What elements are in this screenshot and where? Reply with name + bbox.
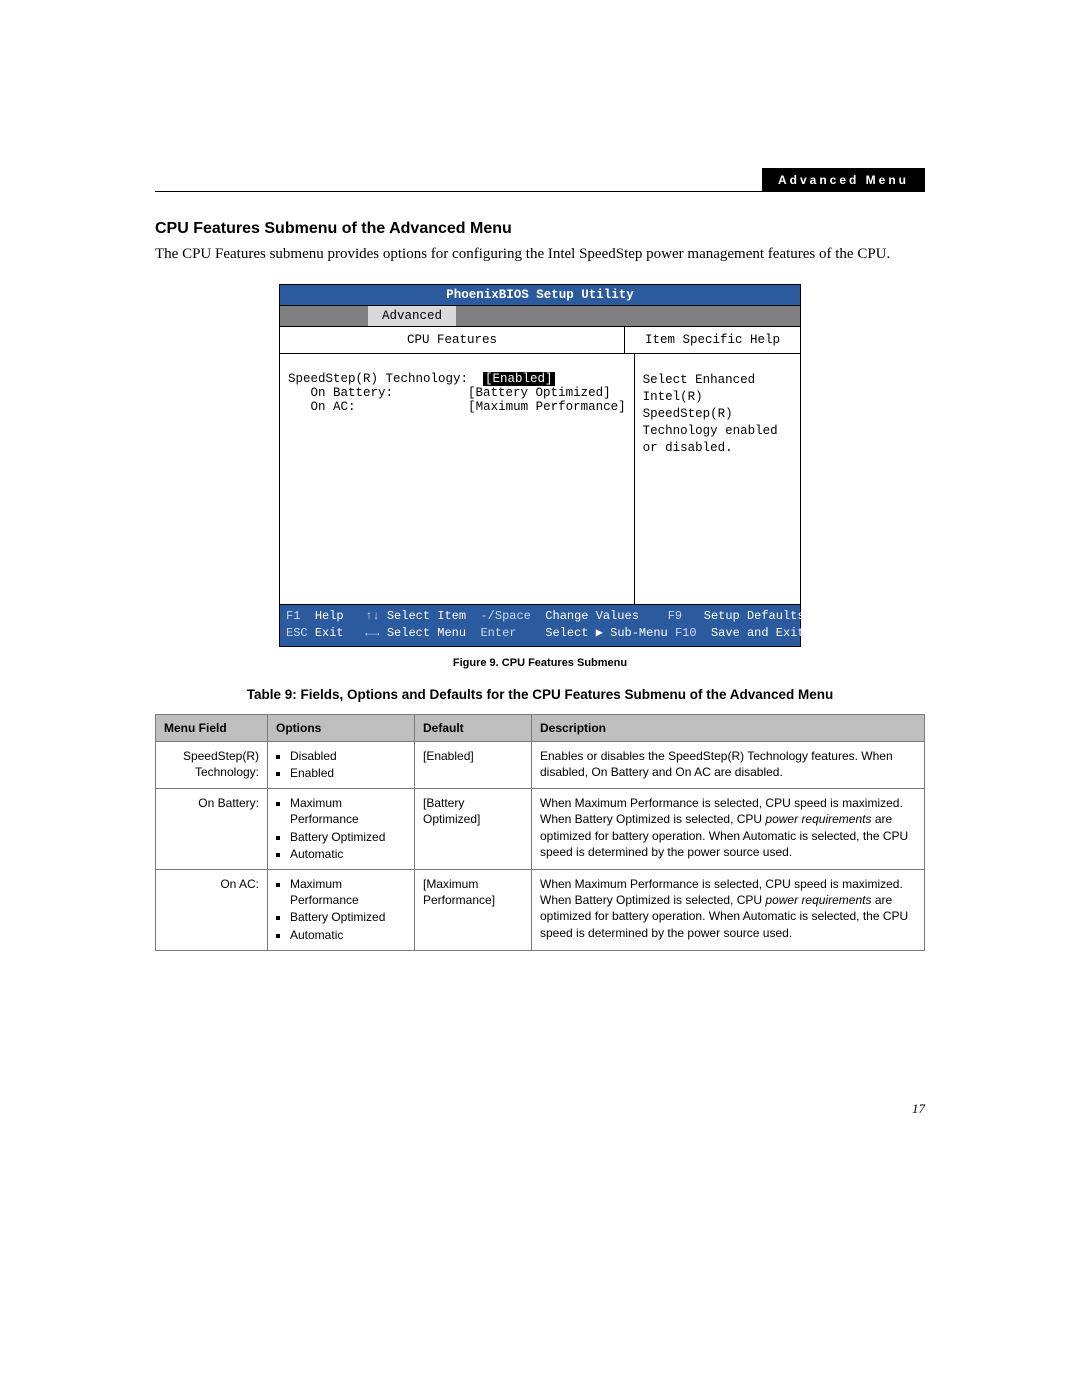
bios-label-save-exit: Save and Exit: [711, 626, 805, 640]
figure-caption: Figure 9. CPU Features Submenu: [155, 657, 925, 669]
table-header-row: Menu Field Options Default Description: [156, 714, 925, 741]
option-item: Maximum Performance: [290, 795, 406, 827]
cell-description: When Maximum Performance is selected, CP…: [532, 869, 925, 950]
bios-tab-advanced: Advanced: [368, 306, 456, 326]
section-title: CPU Features Submenu of the Advanced Men…: [155, 220, 925, 238]
bios-settings-pane: SpeedStep(R) Technology: [Enabled] On Ba…: [280, 354, 635, 604]
bios-row-battery-value: [Battery Optimized]: [468, 386, 611, 400]
cell-options: Maximum Performance Battery Optimized Au…: [268, 869, 415, 950]
cell-options: Disabled Enabled: [268, 741, 415, 788]
desc-italic: power requirements: [765, 893, 871, 907]
bios-screenshot: PhoenixBIOS Setup Utility Advanced CPU F…: [279, 284, 801, 647]
bios-key-minus-space: -/Space: [480, 609, 530, 623]
bios-footer: F1 Help ↑↓ Select Item -/Space Change Va…: [280, 605, 800, 646]
bios-label-select-menu: Select Menu: [387, 626, 466, 640]
bios-key-enter: Enter: [480, 626, 516, 640]
bios-label-select-item: Select Item: [387, 609, 466, 623]
intro-paragraph: The CPU Features submenu provides option…: [155, 244, 925, 264]
th-options: Options: [268, 714, 415, 741]
option-item: Automatic: [290, 927, 406, 943]
bios-footer-row-1: F1 Help ↑↓ Select Item -/Space Change Va…: [286, 608, 794, 625]
bios-key-arrows-lr: ←→: [365, 626, 379, 640]
bios-left-heading: CPU Features: [280, 327, 625, 353]
cell-default: [Maximum Performance]: [415, 869, 532, 950]
bios-right-heading: Item Specific Help: [625, 327, 800, 353]
bios-tab-bar: Advanced: [280, 306, 800, 327]
cell-menu-field: SpeedStep(R) Technology:: [156, 741, 268, 788]
cell-menu-field: On AC:: [156, 869, 268, 950]
bios-label-exit: Exit: [315, 626, 344, 640]
option-item: Enabled: [290, 765, 406, 781]
table-row: SpeedStep(R) Technology: Disabled Enable…: [156, 741, 925, 788]
option-item: Maximum Performance: [290, 876, 406, 908]
table-row: On AC: Maximum Performance Battery Optim…: [156, 869, 925, 950]
bios-label-setup-defaults: Setup Defaults: [704, 609, 805, 623]
bios-key-f1: F1: [286, 609, 300, 623]
section-badge: Advanced Menu: [762, 168, 925, 192]
table-title: Table 9: Fields, Options and Defaults fo…: [155, 687, 925, 702]
bios-key-f10: F10: [675, 626, 697, 640]
bios-label-help: Help: [315, 609, 344, 623]
bios-label-select-sub: Select ▶ Sub-Menu: [545, 626, 667, 640]
desc-italic: power requirements: [765, 812, 871, 826]
bios-pane-headers: CPU Features Item Specific Help: [280, 327, 800, 354]
table-row: On Battery: Maximum Performance Battery …: [156, 789, 925, 870]
th-default: Default: [415, 714, 532, 741]
bios-row-speedstep-label: SpeedStep(R) Technology:: [288, 372, 468, 386]
option-item: Battery Optimized: [290, 829, 406, 845]
bios-row-ac-label: On AC:: [311, 400, 356, 414]
bios-help-pane: Select Enhanced Intel(R) SpeedStep(R) Te…: [635, 354, 800, 604]
cell-default: [Enabled]: [415, 741, 532, 788]
bios-key-esc: ESC: [286, 626, 308, 640]
th-description: Description: [532, 714, 925, 741]
cell-description: Enables or disables the SpeedStep(R) Tec…: [532, 741, 925, 788]
cell-default: [Battery Optimized]: [415, 789, 532, 870]
bios-footer-row-2: ESC Exit ←→ Select Menu Enter Select ▶ S…: [286, 625, 794, 642]
header-row: Advanced Menu: [155, 168, 925, 192]
cell-description: When Maximum Performance is selected, CP…: [532, 789, 925, 870]
bios-body: SpeedStep(R) Technology: [Enabled] On Ba…: [280, 354, 800, 605]
bios-key-arrows-ud: ↑↓: [365, 609, 379, 623]
th-menu-field: Menu Field: [156, 714, 268, 741]
option-item: Disabled: [290, 748, 406, 764]
cell-menu-field: On Battery:: [156, 789, 268, 870]
bios-tab-spacer: [280, 306, 368, 326]
options-table: Menu Field Options Default Description S…: [155, 714, 925, 951]
document-page: Advanced Menu CPU Features Submenu of th…: [0, 0, 1080, 1157]
option-item: Automatic: [290, 846, 406, 862]
bios-row-battery-label: On Battery:: [311, 386, 394, 400]
bios-row-ac-value: [Maximum Performance]: [468, 400, 626, 414]
bios-row-speedstep-value: [Enabled]: [483, 372, 555, 386]
bios-title: PhoenixBIOS Setup Utility: [280, 285, 800, 306]
page-number: 17: [155, 1101, 925, 1117]
option-item: Battery Optimized: [290, 909, 406, 925]
bios-key-f9: F9: [668, 609, 682, 623]
cell-options: Maximum Performance Battery Optimized Au…: [268, 789, 415, 870]
bios-label-change-values: Change Values: [545, 609, 639, 623]
